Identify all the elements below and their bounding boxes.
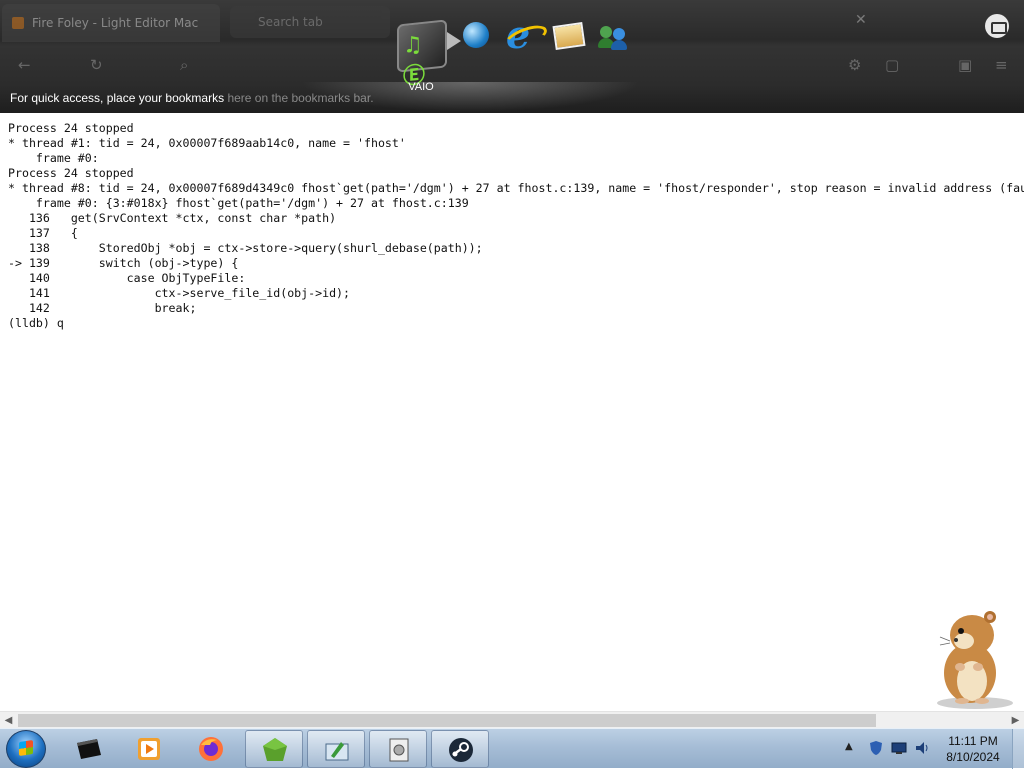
- internet-explorer-icon[interactable]: e: [506, 16, 540, 54]
- reload-icon[interactable]: ↻: [90, 56, 103, 74]
- taskbar-file-editor-button[interactable]: [307, 730, 365, 768]
- terminal-line: * thread #8: tid = 24, 0x00007f689d4349c…: [8, 181, 1024, 195]
- taskbar-media-player-button[interactable]: [120, 730, 178, 768]
- scrollbar-thumb[interactable]: [18, 714, 876, 727]
- terminal-icon: [77, 739, 101, 759]
- show-hidden-icons-button[interactable]: ▲: [845, 741, 853, 752]
- start-button[interactable]: [6, 730, 46, 768]
- close-icon[interactable]: ✕: [855, 12, 867, 28]
- terminal-line: 142 break;: [8, 301, 197, 315]
- browser-tab[interactable]: Fire Foley - Light Editor Mac: [2, 4, 220, 42]
- horizontal-scrollbar[interactable]: ◀ ▶: [0, 711, 1024, 728]
- terminal-line: -> 139 switch (obj->type) {: [8, 256, 239, 270]
- tab-favicon-icon: [12, 17, 24, 29]
- clock[interactable]: 11:11 PM 8/10/2024: [940, 733, 1006, 765]
- dock-shelf: [300, 82, 640, 112]
- disk-viewer-icon: [389, 738, 409, 762]
- file-editor-icon: [325, 742, 349, 761]
- bookmark-hint-text: For quick access, place your bookmarks: [10, 91, 225, 105]
- scroll-right-icon[interactable]: ▶: [1007, 712, 1024, 729]
- media-player-icon: [138, 738, 160, 760]
- terminal-line: 137 {: [8, 226, 78, 240]
- taskbar-steam-button[interactable]: [431, 730, 489, 768]
- terminal-output[interactable]: Process 24 stopped * thread #1: tid = 24,…: [8, 121, 1024, 711]
- arrow-icon: [447, 32, 461, 50]
- vaio-label: VAIO: [408, 81, 434, 93]
- firefox-icon: [199, 737, 223, 761]
- terminal-line: Process 24 stopped: [8, 166, 134, 180]
- terminal-line: Process 24 stopped: [8, 121, 134, 135]
- steam-icon: [449, 738, 473, 762]
- terminal-line: 138 StoredObj *obj = ctx->store->query(s…: [8, 241, 483, 255]
- search-tab-label: Search tab: [258, 15, 323, 29]
- taskbar: ▲ 11:11 PM 8/10/2024: [0, 728, 1024, 769]
- terminal-line: 141 ctx->serve_file_id(obj->id);: [8, 286, 351, 300]
- back-icon[interactable]: ←: [18, 56, 31, 74]
- globe-icon[interactable]: [463, 22, 489, 48]
- vaio-media-icon[interactable]: [397, 19, 447, 73]
- photos-icon[interactable]: [552, 22, 586, 50]
- security-shield-icon[interactable]: [868, 740, 884, 756]
- screenshot-icon[interactable]: ▢: [885, 56, 899, 74]
- volume-icon[interactable]: [914, 740, 930, 756]
- clock-date: 8/10/2024: [946, 750, 1000, 764]
- people-icon[interactable]: [598, 24, 630, 50]
- terminal-line: (lldb) q: [8, 316, 64, 330]
- window-icon[interactable]: ▣: [958, 56, 972, 74]
- tab-title: Fire Foley - Light Editor Mac: [32, 16, 199, 30]
- taskbar-firefox-button[interactable]: [182, 730, 240, 768]
- scroll-left-icon[interactable]: ◀: [0, 712, 17, 729]
- clock-time: 11:11 PM: [948, 734, 998, 748]
- hamster-mascot-icon: [937, 611, 1013, 709]
- taskbar-terminal-button[interactable]: [60, 730, 118, 768]
- ie-glyph: e: [506, 12, 531, 57]
- network-icon[interactable]: [891, 740, 907, 756]
- search-icon[interactable]: ⌕: [180, 56, 188, 74]
- terminal-line: * thread #1: tid = 24, 0x00007f689aab14c…: [8, 136, 406, 150]
- profile-icon[interactable]: [985, 14, 1009, 38]
- menu-icon[interactable]: ≡: [995, 56, 1008, 74]
- taskbar-minecraft-button[interactable]: [245, 730, 303, 768]
- terminal-line: 140 case ObjTypeFile:: [8, 271, 246, 285]
- terminal-line: frame #0: {3:#018x} fhost`get(path='/dgm…: [8, 196, 469, 210]
- show-desktop-button[interactable]: [1012, 729, 1024, 769]
- minecraft-block-icon: [263, 738, 287, 761]
- search-tab[interactable]: Search tab: [230, 6, 390, 38]
- terminal-line: frame #0:: [8, 151, 99, 165]
- terminal-line: 136 get(SrvContext *ctx, const char *pat…: [8, 211, 337, 225]
- extension-icon[interactable]: ⚙: [848, 56, 861, 74]
- browser-chrome: Fire Foley - Light Editor Mac Search tab…: [0, 0, 1024, 113]
- taskbar-disk-viewer-button[interactable]: [369, 730, 427, 768]
